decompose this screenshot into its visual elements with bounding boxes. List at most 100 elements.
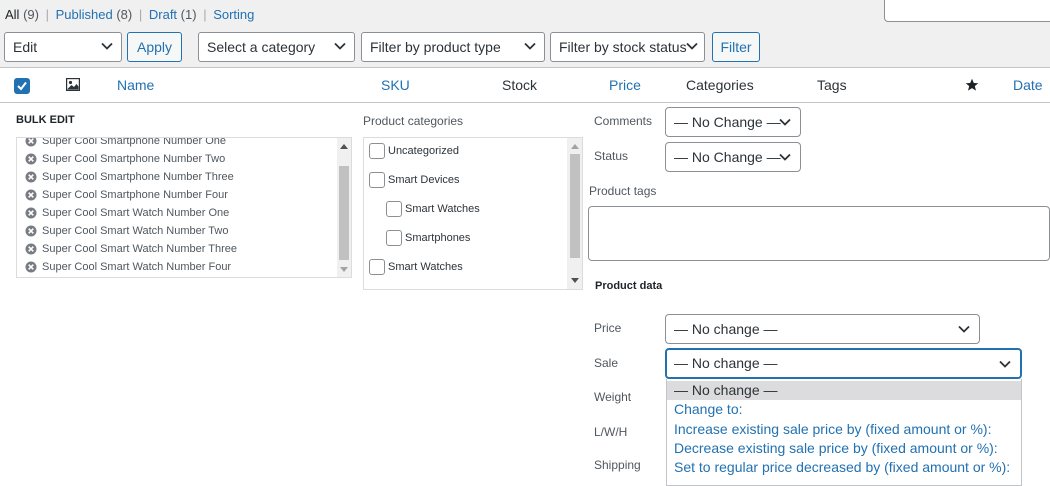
remove-icon[interactable] <box>25 261 37 273</box>
column-categories: Categories <box>686 77 754 93</box>
category-item: Uncategorized <box>369 143 459 163</box>
price-label: Price <box>594 321 622 335</box>
sale-option[interactable]: Increase existing sale price by (fixed a… <box>667 420 1021 439</box>
bulk-edit-heading: BULK EDIT <box>16 114 75 126</box>
product-type-select[interactable]: Filter by product type <box>361 32 545 62</box>
comments-select[interactable]: — No Change — <box>665 107 801 137</box>
remove-icon[interactable] <box>25 171 37 183</box>
category-label: Smartphones <box>405 232 471 244</box>
product-categories-list: Uncategorized Smart Devices Smart Watches S… <box>363 137 583 290</box>
scroll-down-icon[interactable] <box>340 267 348 273</box>
sale-option[interactable]: Set to regular price decreased by (fixed… <box>667 458 1021 477</box>
chevron-down-icon <box>334 42 346 50</box>
remove-icon[interactable] <box>25 207 37 219</box>
category-checkbox[interactable] <box>369 259 385 275</box>
product-categories-label: Product categories <box>363 114 464 128</box>
category-checkbox[interactable] <box>369 172 385 188</box>
table-header: Name SKU Stock Price Categories Tags Dat… <box>0 67 1050 103</box>
bulk-edit-panel: BULK EDIT Super Cool Smartphone Number O… <box>0 103 1050 486</box>
category-label: Smart Devices <box>388 174 460 186</box>
bulk-title-label: Super Cool Smartphone Number Four <box>42 189 228 202</box>
separator: | <box>138 7 143 22</box>
scrollbar-thumb[interactable] <box>339 166 349 260</box>
column-sku[interactable]: SKU <box>381 77 410 93</box>
bulk-title-label: Super Cool Smartphone Number Two <box>42 153 226 166</box>
filter-published-count: (8) <box>116 7 133 22</box>
bulk-action-select[interactable]: Edit <box>4 32 122 62</box>
separator: | <box>45 7 49 22</box>
category-checkbox[interactable] <box>386 201 402 217</box>
sale-option[interactable]: — No change — <box>667 381 1021 400</box>
filter-sorting-link[interactable]: Sorting <box>213 7 254 22</box>
bulk-title-item: Super Cool Smartphone Number One <box>25 137 227 153</box>
remove-icon[interactable] <box>25 153 37 165</box>
bulk-action-value: Edit <box>13 39 38 55</box>
bulk-title-item: Super Cool Smart Watch Number Three <box>25 243 237 261</box>
filter-all-link[interactable]: All <box>5 7 19 22</box>
column-date[interactable]: Date <box>1013 77 1043 93</box>
category-item: Smart Watches <box>369 259 463 279</box>
remove-icon[interactable] <box>25 225 37 237</box>
bulk-title-item: Super Cool Smart Watch Number Four <box>25 261 232 277</box>
stock-status-select-value: Filter by stock status <box>559 39 687 55</box>
bulk-title-label: Super Cool Smart Watch Number Two <box>42 225 229 238</box>
scroll-up-icon[interactable] <box>340 143 348 149</box>
status-select-value: — No Change — <box>674 149 781 165</box>
product-type-select-value: Filter by product type <box>370 39 501 55</box>
chevron-down-icon <box>686 42 698 50</box>
remove-icon[interactable] <box>25 189 37 201</box>
status-label: Status <box>594 149 629 163</box>
product-tags-textarea[interactable] <box>588 206 1050 261</box>
filter-draft-count: (1) <box>180 7 197 22</box>
price-select[interactable]: — No change — <box>665 314 980 344</box>
chevron-down-icon <box>999 360 1011 368</box>
comments-label: Comments <box>594 114 653 128</box>
category-item: Smart Devices <box>369 172 460 192</box>
column-stock: Stock <box>502 77 538 93</box>
filter-draft-link[interactable]: Draft <box>149 7 177 22</box>
apply-button[interactable]: Apply <box>127 32 182 62</box>
bulk-title-label: Super Cool Smartphone Number One <box>42 137 227 148</box>
star-icon[interactable] <box>965 78 979 92</box>
sale-label: Sale <box>594 356 619 370</box>
category-checkbox[interactable] <box>386 230 402 246</box>
stock-status-select[interactable]: Filter by stock status <box>550 32 705 62</box>
product-tags-label: Product tags <box>589 184 657 198</box>
filter-button[interactable]: Filter <box>712 32 760 62</box>
sale-option[interactable]: Change to: <box>667 400 1021 419</box>
product-data-heading: Product data <box>595 280 663 292</box>
category-item: Smartphones <box>386 230 470 250</box>
scrollbar-thumb[interactable] <box>570 154 580 258</box>
status-filter-links: All (9) | Published (8) | Draft (1) | So… <box>5 7 254 22</box>
sale-option[interactable]: Decrease existing sale price by (fixed a… <box>667 439 1021 458</box>
filter-published-link[interactable]: Published <box>56 7 113 22</box>
category-select-value: Select a category <box>207 39 316 55</box>
lwh-label: L/W/H <box>594 425 628 439</box>
category-checkbox[interactable] <box>369 143 385 159</box>
column-price[interactable]: Price <box>609 77 641 93</box>
bulk-titles-list: Super Cool Smartphone Number One Super Co… <box>16 137 352 278</box>
category-label: Smart Watches <box>405 203 480 215</box>
status-select[interactable]: — No Change — <box>665 142 801 172</box>
category-select[interactable]: Select a category <box>198 32 355 62</box>
column-tags: Tags <box>817 77 847 93</box>
search-input[interactable] <box>884 0 1050 22</box>
column-name[interactable]: Name <box>117 77 154 93</box>
bulk-title-label: Super Cool Smart Watch Number Four <box>42 261 232 274</box>
bulk-title-label: Super Cool Smart Watch Number One <box>42 207 230 220</box>
category-label: Smart Watches <box>388 261 463 273</box>
checkmark-icon <box>17 81 27 91</box>
scroll-down-icon[interactable] <box>571 278 579 284</box>
sale-select[interactable]: — No change — <box>665 348 1022 379</box>
remove-icon[interactable] <box>25 243 37 255</box>
bulk-title-item: Super Cool Smartphone Number Three <box>25 171 234 189</box>
bulk-title-item: Super Cool Smart Watch Number One <box>25 207 229 225</box>
comments-select-value: — No Change — <box>674 114 781 130</box>
chevron-down-icon <box>524 42 536 50</box>
remove-icon[interactable] <box>25 137 37 147</box>
bulk-title-label: Super Cool Smart Watch Number Three <box>42 243 238 256</box>
select-all-checkbox[interactable] <box>14 78 30 94</box>
bulk-title-item: Super Cool Smartphone Number Two <box>25 153 225 171</box>
scroll-up-icon[interactable] <box>571 143 579 149</box>
shipping-label: Shipping <box>594 458 641 472</box>
